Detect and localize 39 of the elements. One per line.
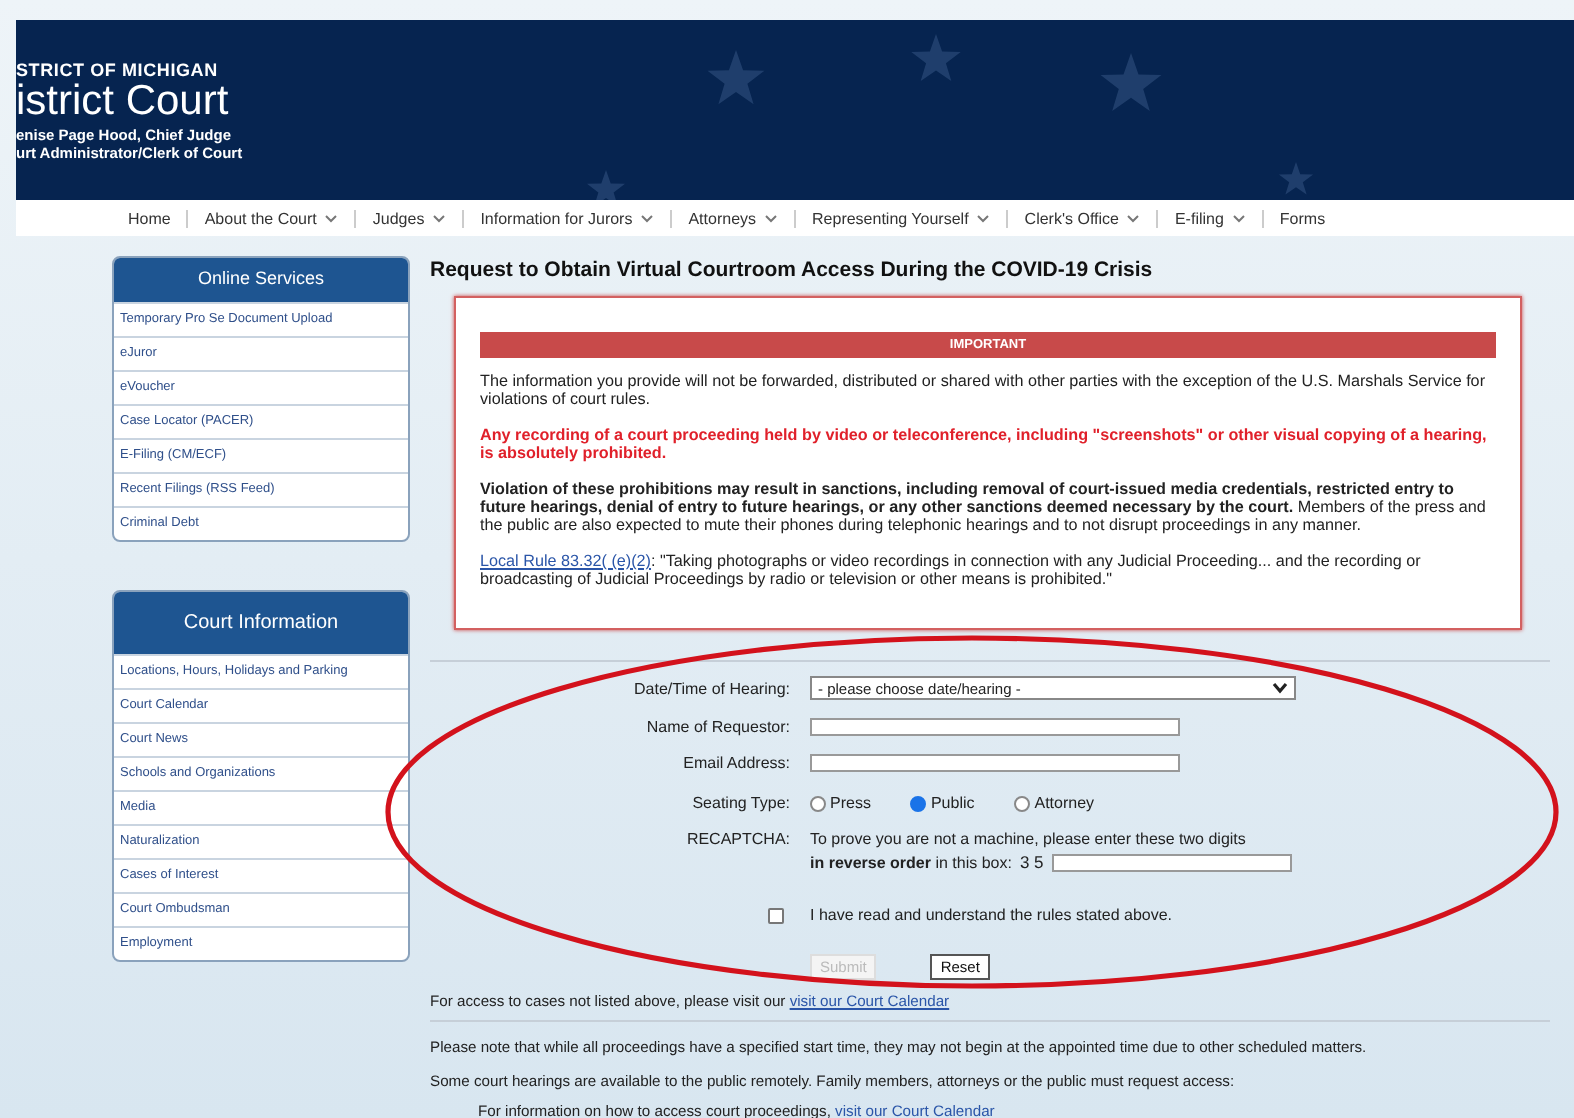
nav-link[interactable]: E-filing — [1158, 209, 1264, 227]
checkbox-label: I have read and understand the rules stated above. — [810, 906, 1173, 924]
site-title: istrict Court — [16, 80, 229, 124]
radio-label: Attorney — [1034, 794, 1095, 812]
input-field[interactable] — [810, 718, 1180, 736]
page-title: Request to Obtain Virtual Courtroom Access During the COVID-19 Crisis — [430, 258, 1153, 282]
nav-link[interactable]: Information for Jurors — [464, 209, 673, 227]
field-label: Email Address: — [683, 754, 790, 772]
captcha-instructions: To prove you are not a machine, please enter these two digits — [810, 830, 1248, 848]
radio-label: Public — [930, 794, 975, 812]
radio-button[interactable] — [1014, 795, 1031, 811]
rule-link[interactable]: Local Rule 83.32( (e)(2) — [480, 552, 651, 570]
checkbox[interactable] — [768, 907, 784, 923]
field-label: Seating Type: — [692, 794, 790, 812]
radio-label: Press — [830, 794, 871, 812]
nav-link[interactable]: Attorneys — [672, 209, 797, 227]
notice-text: Violation of these prohibitions may result in sanctions, including removal of court-issued media credentials, restricted entry to future hearings, denial of entry to future hearings, or any other sanctions deemed necessary by the court. Members of the press and the public are also expected to mute their phones during telephonic hearings and to not disrupt proceedings in any manner. — [480, 480, 1488, 534]
nav-link[interactable]: Representing Yourself — [796, 209, 1009, 227]
panel-heading: Court Information — [114, 592, 408, 654]
radio-button[interactable] — [810, 795, 826, 811]
chevron-icon — [1272, 682, 1288, 694]
court-district-label: STRICT OF MICHIGAN — [16, 60, 218, 80]
field-label: Date/Time of Hearing: — [634, 679, 790, 697]
nav-link[interactable]: Forms — [1263, 209, 1342, 227]
captcha-instructions: in reverse order in this box: — [810, 853, 1012, 871]
nav-link[interactable]: Clerk's Office — [1008, 209, 1159, 227]
nav-link[interactable]: Judges — [356, 209, 465, 227]
warning-text: Any recording of a court proceeding held by video or teleconference, including "screenshots" or other visual copying of a hearing, is absolutely prohibited. — [480, 426, 1489, 462]
nav-link[interactable]: About the Court — [188, 209, 357, 227]
captcha-digits: 3 5 — [1019, 852, 1044, 872]
rule-quote: Local Rule 83.32( (e)(2): "Taking photographs or video recordings in connection with any Judicial Proceeding... and the recording or broadcasting of Judicial Proceedings by radio or television or other means is prohibited." — [480, 552, 1423, 588]
input-field[interactable] — [1051, 853, 1292, 871]
panel-heading: Online Services — [114, 258, 408, 302]
radio-button[interactable] — [910, 795, 927, 811]
input-field[interactable] — [810, 754, 1180, 772]
field-label: Name of Requestor: — [646, 718, 790, 736]
notice-text: The information you provide will not be forwarded, distributed or shared with other parties with the exception of the U.S. Marshals Service for violations of court rules. — [480, 372, 1488, 408]
nav-link[interactable]: Home — [112, 209, 189, 227]
field-label: RECAPTCHA: — [686, 830, 790, 848]
